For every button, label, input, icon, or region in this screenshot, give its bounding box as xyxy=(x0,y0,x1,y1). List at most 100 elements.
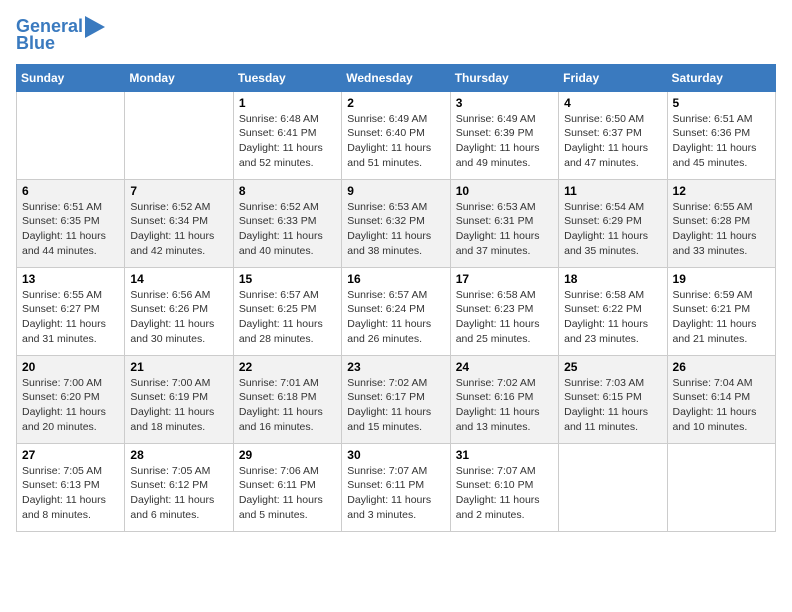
calendar-cell: 25Sunrise: 7:03 AM Sunset: 6:15 PM Dayli… xyxy=(559,355,667,443)
day-info: Sunrise: 7:00 AM Sunset: 6:19 PM Dayligh… xyxy=(130,376,227,435)
day-info: Sunrise: 6:49 AM Sunset: 6:40 PM Dayligh… xyxy=(347,112,444,171)
calendar-cell: 18 Sunrise: 6:58 AM Sunset: 6:22 PM Dayli… xyxy=(559,267,667,355)
calendar-cell xyxy=(667,443,775,531)
day-info: Sunrise: 6:48 AM Sunset: 6:41 PM Dayligh… xyxy=(239,112,336,171)
day-number: 9 xyxy=(347,184,444,198)
weekday-header-row: SundayMondayTuesdayWednesdayThursdayFrid… xyxy=(17,64,776,91)
calendar-cell: 26 Sunrise: 7:04 AM Sunset: 6:14 PM Dayli… xyxy=(667,355,775,443)
day-info: Sunrise: 7:02 AM Sunset: 6:17 PM Dayligh… xyxy=(347,376,444,435)
calendar-cell: 10 Sunrise: 6:53 AM Sunset: 6:31 PM Dayli… xyxy=(450,179,558,267)
day-info: Sunrise: 6:55 AM Sunset: 6:27 PM Dayligh… xyxy=(22,288,119,347)
logo: General Blue xyxy=(16,16,105,54)
calendar-cell: 21 Sunrise: 7:00 AM Sunset: 6:19 PM Dayli… xyxy=(125,355,233,443)
day-number: 18 xyxy=(564,272,661,286)
calendar-cell: 22 Sunrise: 7:01 AM Sunset: 6:18 PM Dayli… xyxy=(233,355,341,443)
calendar-cell: 15Sunrise: 6:57 AM Sunset: 6:25 PM Dayli… xyxy=(233,267,341,355)
day-number: 15 xyxy=(239,272,336,286)
day-number: 16 xyxy=(347,272,444,286)
day-info: Sunrise: 6:58 AM Sunset: 6:22 PM Dayligh… xyxy=(564,288,661,347)
day-info: Sunrise: 6:56 AM Sunset: 6:26 PM Dayligh… xyxy=(130,288,227,347)
day-number: 30 xyxy=(347,448,444,462)
calendar-cell: 13 Sunrise: 6:55 AM Sunset: 6:27 PM Dayli… xyxy=(17,267,125,355)
calendar-cell: 23 Sunrise: 7:02 AM Sunset: 6:17 PM Dayli… xyxy=(342,355,450,443)
calendar-cell xyxy=(125,91,233,179)
calendar-body: 1 Sunrise: 6:48 AM Sunset: 6:41 PM Daylig… xyxy=(17,91,776,531)
calendar-week-row: 27 Sunrise: 7:05 AM Sunset: 6:13 PM Dayli… xyxy=(17,443,776,531)
day-info: Sunrise: 6:52 AM Sunset: 6:34 PM Dayligh… xyxy=(130,200,227,259)
calendar-cell: 30 Sunrise: 7:07 AM Sunset: 6:11 PM Dayli… xyxy=(342,443,450,531)
calendar-week-row: 20 Sunrise: 7:00 AM Sunset: 6:20 PM Dayli… xyxy=(17,355,776,443)
calendar-cell: 2 Sunrise: 6:49 AM Sunset: 6:40 PM Daylig… xyxy=(342,91,450,179)
day-info: Sunrise: 7:05 AM Sunset: 6:12 PM Dayligh… xyxy=(130,464,227,523)
weekday-header: Sunday xyxy=(17,64,125,91)
calendar-cell: 28 Sunrise: 7:05 AM Sunset: 6:12 PM Dayli… xyxy=(125,443,233,531)
day-info: Sunrise: 6:50 AM Sunset: 6:37 PM Dayligh… xyxy=(564,112,661,171)
page-header: General Blue xyxy=(16,16,776,54)
day-info: Sunrise: 7:00 AM Sunset: 6:20 PM Dayligh… xyxy=(22,376,119,435)
calendar-week-row: 6Sunrise: 6:51 AM Sunset: 6:35 PM Daylig… xyxy=(17,179,776,267)
day-number: 28 xyxy=(130,448,227,462)
day-info: Sunrise: 7:05 AM Sunset: 6:13 PM Dayligh… xyxy=(22,464,119,523)
logo-arrow-icon xyxy=(85,16,105,38)
day-number: 2 xyxy=(347,96,444,110)
weekday-header: Saturday xyxy=(667,64,775,91)
day-number: 1 xyxy=(239,96,336,110)
calendar-cell: 16 Sunrise: 6:57 AM Sunset: 6:24 PM Dayli… xyxy=(342,267,450,355)
calendar-cell: 6Sunrise: 6:51 AM Sunset: 6:35 PM Daylig… xyxy=(17,179,125,267)
calendar-week-row: 1 Sunrise: 6:48 AM Sunset: 6:41 PM Daylig… xyxy=(17,91,776,179)
calendar-cell: 11Sunrise: 6:54 AM Sunset: 6:29 PM Dayli… xyxy=(559,179,667,267)
calendar-cell: 31 Sunrise: 7:07 AM Sunset: 6:10 PM Dayli… xyxy=(450,443,558,531)
calendar-week-row: 13 Sunrise: 6:55 AM Sunset: 6:27 PM Dayli… xyxy=(17,267,776,355)
day-number: 21 xyxy=(130,360,227,374)
day-number: 27 xyxy=(22,448,119,462)
day-number: 26 xyxy=(673,360,770,374)
calendar-cell: 3Sunrise: 6:49 AM Sunset: 6:39 PM Daylig… xyxy=(450,91,558,179)
calendar-cell: 1 Sunrise: 6:48 AM Sunset: 6:41 PM Daylig… xyxy=(233,91,341,179)
day-number: 17 xyxy=(456,272,553,286)
day-info: Sunrise: 7:06 AM Sunset: 6:11 PM Dayligh… xyxy=(239,464,336,523)
calendar-cell: 20 Sunrise: 7:00 AM Sunset: 6:20 PM Dayli… xyxy=(17,355,125,443)
day-number: 8 xyxy=(239,184,336,198)
day-info: Sunrise: 6:53 AM Sunset: 6:31 PM Dayligh… xyxy=(456,200,553,259)
day-info: Sunrise: 7:04 AM Sunset: 6:14 PM Dayligh… xyxy=(673,376,770,435)
calendar-cell: 29Sunrise: 7:06 AM Sunset: 6:11 PM Dayli… xyxy=(233,443,341,531)
calendar-cell: 24 Sunrise: 7:02 AM Sunset: 6:16 PM Dayli… xyxy=(450,355,558,443)
weekday-header: Thursday xyxy=(450,64,558,91)
day-number: 4 xyxy=(564,96,661,110)
day-number: 5 xyxy=(673,96,770,110)
day-info: Sunrise: 6:51 AM Sunset: 6:36 PM Dayligh… xyxy=(673,112,770,171)
day-info: Sunrise: 7:01 AM Sunset: 6:18 PM Dayligh… xyxy=(239,376,336,435)
day-number: 14 xyxy=(130,272,227,286)
day-info: Sunrise: 6:58 AM Sunset: 6:23 PM Dayligh… xyxy=(456,288,553,347)
day-number: 13 xyxy=(22,272,119,286)
day-number: 20 xyxy=(22,360,119,374)
day-info: Sunrise: 6:59 AM Sunset: 6:21 PM Dayligh… xyxy=(673,288,770,347)
calendar-cell: 7 Sunrise: 6:52 AM Sunset: 6:34 PM Daylig… xyxy=(125,179,233,267)
day-number: 23 xyxy=(347,360,444,374)
day-info: Sunrise: 6:53 AM Sunset: 6:32 PM Dayligh… xyxy=(347,200,444,259)
calendar-table: SundayMondayTuesdayWednesdayThursdayFrid… xyxy=(16,64,776,532)
calendar-cell: 9 Sunrise: 6:53 AM Sunset: 6:32 PM Daylig… xyxy=(342,179,450,267)
day-number: 7 xyxy=(130,184,227,198)
calendar-cell xyxy=(559,443,667,531)
day-number: 31 xyxy=(456,448,553,462)
calendar-cell: 8Sunrise: 6:52 AM Sunset: 6:33 PM Daylig… xyxy=(233,179,341,267)
weekday-header: Tuesday xyxy=(233,64,341,91)
weekday-header: Monday xyxy=(125,64,233,91)
day-number: 24 xyxy=(456,360,553,374)
calendar-cell: 27 Sunrise: 7:05 AM Sunset: 6:13 PM Dayli… xyxy=(17,443,125,531)
day-number: 25 xyxy=(564,360,661,374)
day-info: Sunrise: 7:07 AM Sunset: 6:11 PM Dayligh… xyxy=(347,464,444,523)
calendar-cell: 12Sunrise: 6:55 AM Sunset: 6:28 PM Dayli… xyxy=(667,179,775,267)
calendar-cell: 5 Sunrise: 6:51 AM Sunset: 6:36 PM Daylig… xyxy=(667,91,775,179)
day-info: Sunrise: 7:07 AM Sunset: 6:10 PM Dayligh… xyxy=(456,464,553,523)
day-number: 22 xyxy=(239,360,336,374)
day-info: Sunrise: 6:57 AM Sunset: 6:24 PM Dayligh… xyxy=(347,288,444,347)
calendar-cell: 17 Sunrise: 6:58 AM Sunset: 6:23 PM Dayli… xyxy=(450,267,558,355)
day-info: Sunrise: 6:55 AM Sunset: 6:28 PM Dayligh… xyxy=(673,200,770,259)
day-info: Sunrise: 7:02 AM Sunset: 6:16 PM Dayligh… xyxy=(456,376,553,435)
calendar-cell xyxy=(17,91,125,179)
day-info: Sunrise: 6:49 AM Sunset: 6:39 PM Dayligh… xyxy=(456,112,553,171)
day-info: Sunrise: 6:51 AM Sunset: 6:35 PM Dayligh… xyxy=(22,200,119,259)
day-number: 10 xyxy=(456,184,553,198)
